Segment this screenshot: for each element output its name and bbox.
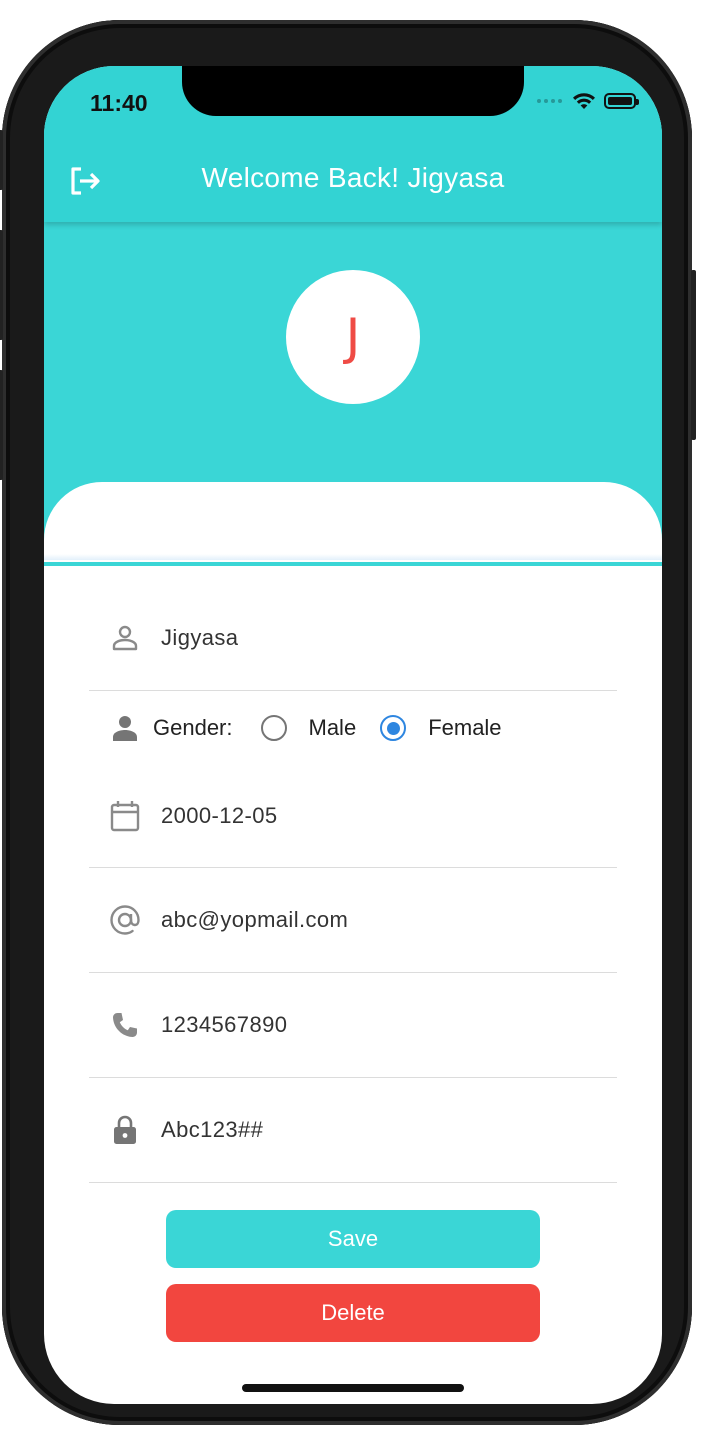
avatar: J <box>286 270 420 404</box>
password-field[interactable]: Abc123## <box>89 1078 617 1183</box>
radio-female[interactable] <box>380 715 407 741</box>
phone-frame: 11:40 Welcome Back! Jigyasa J Jigyasa Ge… <box>0 20 696 1425</box>
battery-icon <box>604 93 639 109</box>
email-value: abc@yopmail.com <box>161 907 349 932</box>
side-button <box>0 230 3 340</box>
at-icon <box>109 904 141 936</box>
side-button <box>691 270 696 440</box>
calendar-icon <box>109 800 141 832</box>
phone-icon <box>109 1009 141 1041</box>
password-value: Abc123## <box>161 1117 264 1142</box>
name-value: Jigyasa <box>161 625 239 650</box>
lock-icon <box>109 1114 141 1146</box>
avatar-initial: J <box>345 308 361 366</box>
signal-icon <box>537 99 562 103</box>
name-field[interactable]: Jigyasa <box>89 586 617 691</box>
app-bar: 11:40 Welcome Back! Jigyasa <box>44 66 662 222</box>
radio-male-label[interactable]: Male <box>309 715 357 741</box>
gender-field: Gender: Male Female <box>89 691 617 765</box>
person-icon <box>109 712 141 744</box>
notch <box>182 66 524 116</box>
person-outline-icon <box>109 622 141 654</box>
profile-form: Jigyasa Gender: Male Female 2000-12-05 a… <box>89 586 617 1183</box>
side-button <box>0 130 3 190</box>
status-icons <box>537 92 639 110</box>
delete-button[interactable]: Delete <box>166 1284 540 1342</box>
screen: 11:40 Welcome Back! Jigyasa J Jigyasa Ge… <box>44 66 662 1404</box>
radio-female-label[interactable]: Female <box>428 715 501 741</box>
gender-label: Gender: <box>153 715 233 740</box>
divider <box>44 554 662 560</box>
profile-card <box>44 482 662 562</box>
phone-field[interactable]: 1234567890 <box>89 973 617 1078</box>
wifi-icon <box>573 93 595 109</box>
radio-male[interactable] <box>260 715 287 741</box>
side-button <box>0 370 3 480</box>
dob-field[interactable]: 2000-12-05 <box>89 765 617 868</box>
home-indicator <box>242 1384 464 1392</box>
status-time: 11:40 <box>90 90 148 116</box>
dob-value: 2000-12-05 <box>161 803 278 828</box>
page-title: Welcome Back! Jigyasa <box>201 162 505 193</box>
save-button[interactable]: Save <box>166 1210 540 1268</box>
phone-value: 1234567890 <box>161 1012 288 1037</box>
email-field[interactable]: abc@yopmail.com <box>89 868 617 973</box>
